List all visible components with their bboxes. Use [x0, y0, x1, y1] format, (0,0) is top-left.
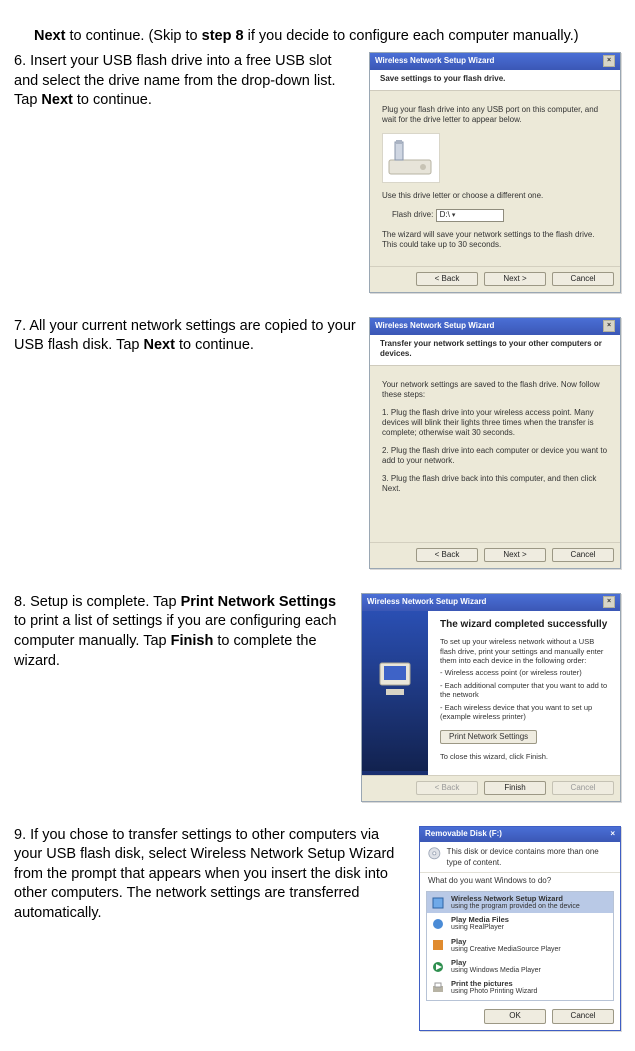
- cancel-button[interactable]: Cancel: [552, 272, 614, 286]
- autoplay-top-text: This disk or device contains more than o…: [447, 847, 612, 869]
- transfer-step-1: 1. Plug the flash drive into your wirele…: [382, 408, 610, 438]
- close-icon[interactable]: ×: [603, 55, 615, 67]
- print-icon: [431, 981, 445, 995]
- close-icon[interactable]: ×: [610, 829, 615, 840]
- complete-heading: The wizard completed successfully: [440, 619, 610, 632]
- complete-p1: To set up your wireless network without …: [440, 637, 610, 665]
- autoplay-item-wireless-wizard[interactable]: Wireless Network Setup Wizardusing the p…: [427, 892, 613, 913]
- wizard-dialog-transfer: Wireless Network Setup Wizard × Transfer…: [369, 317, 621, 569]
- complete-close-text: To close this wizard, click Finish.: [440, 752, 610, 761]
- ok-button[interactable]: OK: [484, 1009, 546, 1024]
- back-button: < Back: [416, 781, 478, 795]
- wizard-sidebar-graphic: [362, 611, 428, 775]
- dialog-title: Wireless Network Setup Wizard: [375, 56, 494, 66]
- bold-step8: step 8: [202, 28, 244, 44]
- step-6-text: 6. Insert your USB flash drive into a fr…: [14, 52, 369, 293]
- complete-b3: - Each wireless device that you want to …: [440, 703, 610, 722]
- cancel-button[interactable]: Cancel: [552, 548, 614, 562]
- step-9-number: 9.: [14, 827, 30, 843]
- bold-next: Next: [34, 28, 65, 44]
- wizard-icon: [431, 896, 445, 910]
- dialog-title: Wireless Network Setup Wizard: [375, 321, 494, 331]
- usb-illustration: [382, 133, 440, 183]
- flash-drive-label: Flash drive:: [392, 210, 433, 219]
- step-8-number: 8.: [14, 594, 30, 610]
- dialog-title: Removable Disk (F:): [425, 829, 502, 840]
- dialog-note: The wizard will save your network settin…: [382, 230, 610, 250]
- creative-icon: [431, 938, 445, 952]
- complete-b1: - Wireless access point (or wireless rou…: [440, 668, 610, 677]
- dialog-title: Wireless Network Setup Wizard: [367, 597, 486, 607]
- realplayer-icon: [431, 917, 445, 931]
- complete-b2: - Each additional computer that you want…: [440, 681, 610, 700]
- finish-button[interactable]: Finish: [484, 781, 546, 795]
- step-9-text: 9. If you chose to transfer settings to …: [14, 826, 419, 1031]
- dialog-instruction: Plug your flash drive into any USB port …: [382, 105, 610, 125]
- next-button[interactable]: Next >: [484, 548, 546, 562]
- disk-icon: [428, 847, 441, 863]
- step-6-number: 6.: [14, 53, 30, 69]
- step-7-text: 7. All your current network settings are…: [14, 317, 369, 569]
- chevron-down-icon: ▾: [452, 212, 456, 221]
- close-icon[interactable]: ×: [603, 320, 615, 332]
- wizard-dialog-save-flash: Wireless Network Setup Wizard × Save set…: [369, 52, 621, 293]
- autoplay-list[interactable]: Wireless Network Setup Wizardusing the p…: [426, 891, 614, 1001]
- wmp-icon: [431, 960, 445, 974]
- step-7-number: 7.: [14, 318, 29, 334]
- flash-drive-dropdown[interactable]: D:\▾: [436, 209, 504, 222]
- autoplay-item-creative[interactable]: Playusing Creative MediaSource Player: [427, 935, 613, 956]
- back-button[interactable]: < Back: [416, 272, 478, 286]
- dialog-intro: Your network settings are saved to the f…: [382, 380, 610, 400]
- cancel-button[interactable]: Cancel: [552, 1009, 614, 1024]
- autoplay-item-slideshow[interactable]: View a slideshow of the images: [427, 999, 613, 1001]
- print-network-settings-button[interactable]: Print Network Settings: [440, 730, 537, 744]
- autoplay-item-realplayer[interactable]: Play Media Filesusing RealPlayer: [427, 913, 613, 934]
- step-8-text: 8. Setup is complete. Tap Print Network …: [14, 593, 361, 802]
- autoplay-dialog: Removable Disk (F:) × This disk or devic…: [419, 826, 621, 1031]
- transfer-step-3: 3. Plug the flash drive back into this c…: [382, 474, 610, 494]
- step-5-continuation: Next to continue. (Skip to step 8 if you…: [14, 27, 621, 47]
- dialog-header: Transfer your network settings to your o…: [370, 335, 620, 366]
- cancel-button: Cancel: [552, 781, 614, 795]
- wizard-dialog-complete: Wireless Network Setup Wizard × The wiza…: [361, 593, 621, 802]
- back-button[interactable]: < Back: [416, 548, 478, 562]
- next-button[interactable]: Next >: [484, 272, 546, 286]
- dialog-subtext: Use this drive letter or choose a differ…: [382, 191, 610, 201]
- autoplay-item-print[interactable]: Print the picturesusing Photo Printing W…: [427, 977, 613, 998]
- autoplay-question: What do you want Windows to do?: [420, 873, 620, 889]
- dialog-header: Save settings to your flash drive.: [370, 70, 620, 91]
- transfer-step-2: 2. Plug the flash drive into each comput…: [382, 446, 610, 466]
- close-icon[interactable]: ×: [603, 596, 615, 608]
- autoplay-item-wmp[interactable]: Playusing Windows Media Player: [427, 956, 613, 977]
